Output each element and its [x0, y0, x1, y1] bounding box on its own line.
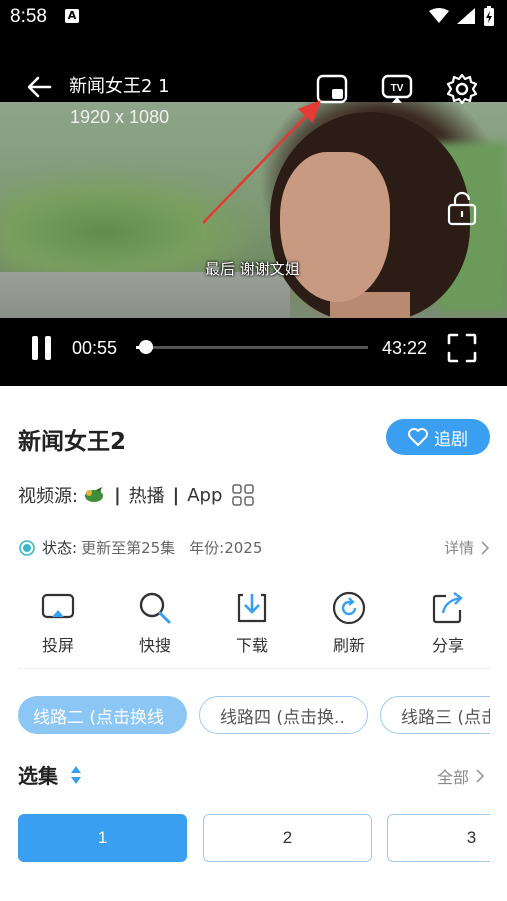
progress-thumb[interactable]: [139, 340, 153, 354]
back-arrow-icon[interactable]: [24, 72, 54, 102]
progress-track[interactable]: [136, 346, 368, 349]
share-button[interactable]: 分享: [408, 590, 488, 656]
share-icon: [432, 592, 463, 624]
year-value: 2025: [224, 538, 263, 557]
pause-icon[interactable]: [30, 334, 54, 362]
video-resolution: 1920 x 1080: [70, 107, 170, 127]
chevron-right-icon: [476, 769, 485, 783]
cast-icon: [41, 593, 75, 619]
episodes-title: 选集: [18, 764, 58, 788]
search-icon: [139, 592, 171, 624]
episode-label: 3: [466, 828, 477, 847]
player-title: 新闻女王2 1: [69, 76, 170, 97]
download-button[interactable]: 下载: [212, 590, 292, 656]
refresh-button[interactable]: 刷新: [309, 590, 389, 656]
line-pill-label: 线路三 (点击: [401, 707, 490, 728]
heart-icon: [408, 428, 428, 446]
total-time: 43:22: [382, 338, 428, 358]
all-episodes-link[interactable]: 全部: [437, 764, 485, 788]
source-label: 视频源:: [18, 486, 79, 507]
wifi-icon: [429, 8, 449, 23]
chevron-right-icon: [481, 540, 490, 555]
details-link[interactable]: 详情: [444, 537, 490, 558]
divider: [18, 668, 490, 669]
notification-icon: A: [65, 9, 79, 23]
annotation-arrow: [202, 100, 321, 224]
all-label: 全部: [436, 768, 469, 787]
grid-icon[interactable]: [232, 484, 255, 506]
svg-text:TV: TV: [391, 83, 404, 94]
separator: |: [114, 484, 121, 506]
source-line-selector: 线路二 (点击换线 线路四 (点击换.. 线路三 (点击: [18, 696, 490, 736]
episodes-header: 选集: [18, 760, 82, 789]
search-label: 快搜: [138, 636, 171, 655]
status-label: 状态:: [42, 539, 78, 557]
source-item-2[interactable]: App: [187, 485, 222, 506]
line-pill-4[interactable]: 线路四 (点击换..: [199, 696, 368, 734]
episode-list: 1 2 3: [18, 814, 490, 864]
status-row: 状态: 更新至第25集 年份: 2025 详情: [18, 537, 490, 558]
download-icon: [237, 593, 267, 623]
dragon-icon: [85, 487, 104, 502]
follow-label: 追剧: [434, 429, 468, 450]
follow-button[interactable]: 追剧: [386, 419, 490, 455]
show-title: 新闻女王2: [18, 429, 127, 455]
line-pill-label: 线路二 (点击换线: [33, 707, 165, 728]
episode-button[interactable]: 3: [387, 814, 490, 862]
signal-icon: [457, 8, 475, 24]
cast-button[interactable]: 投屏: [18, 590, 98, 656]
video-source-row: 视频源: | 热播 | App: [18, 482, 255, 508]
system-icons: [429, 6, 495, 26]
episode-label: 2: [282, 828, 293, 847]
line-pill-2[interactable]: 线路二 (点击换线: [18, 696, 187, 734]
quick-search-button[interactable]: 快搜: [115, 590, 195, 656]
refresh-label: 刷新: [332, 636, 365, 655]
fullscreen-icon[interactable]: [446, 332, 478, 364]
battery-icon: [484, 6, 494, 26]
share-label: 分享: [431, 636, 464, 655]
unlock-icon[interactable]: [447, 190, 477, 226]
line-pill-3[interactable]: 线路三 (点击: [380, 696, 490, 734]
settings-gear-icon[interactable]: [445, 72, 479, 106]
current-time: 00:55: [72, 338, 118, 358]
episode-button[interactable]: 2: [203, 814, 372, 862]
status-dot-icon: [19, 539, 35, 556]
episode-label: 1: [97, 828, 108, 847]
separator: |: [172, 484, 180, 506]
cast-label: 投屏: [41, 636, 74, 655]
tv-cast-icon[interactable]: TV: [380, 72, 414, 106]
download-label: 下载: [235, 636, 268, 655]
sort-icon[interactable]: [70, 765, 82, 785]
details-label: 详情: [443, 539, 474, 557]
episode-button[interactable]: 1: [18, 814, 187, 862]
video-subtitle: 最后 谢谢文姐: [205, 260, 300, 278]
year-label: 年份:: [189, 539, 225, 557]
line-pill-label: 线路四 (点击换..: [220, 707, 345, 728]
status-time: 8:58: [10, 6, 47, 27]
refresh-icon: [332, 591, 366, 625]
status-value: 更新至第25集: [81, 539, 176, 557]
action-bar: 投屏 快搜 下载 刷新 分享: [0, 590, 507, 660]
status-bar: 8:58 A: [0, 0, 507, 36]
source-item-1[interactable]: 热播: [129, 482, 165, 508]
